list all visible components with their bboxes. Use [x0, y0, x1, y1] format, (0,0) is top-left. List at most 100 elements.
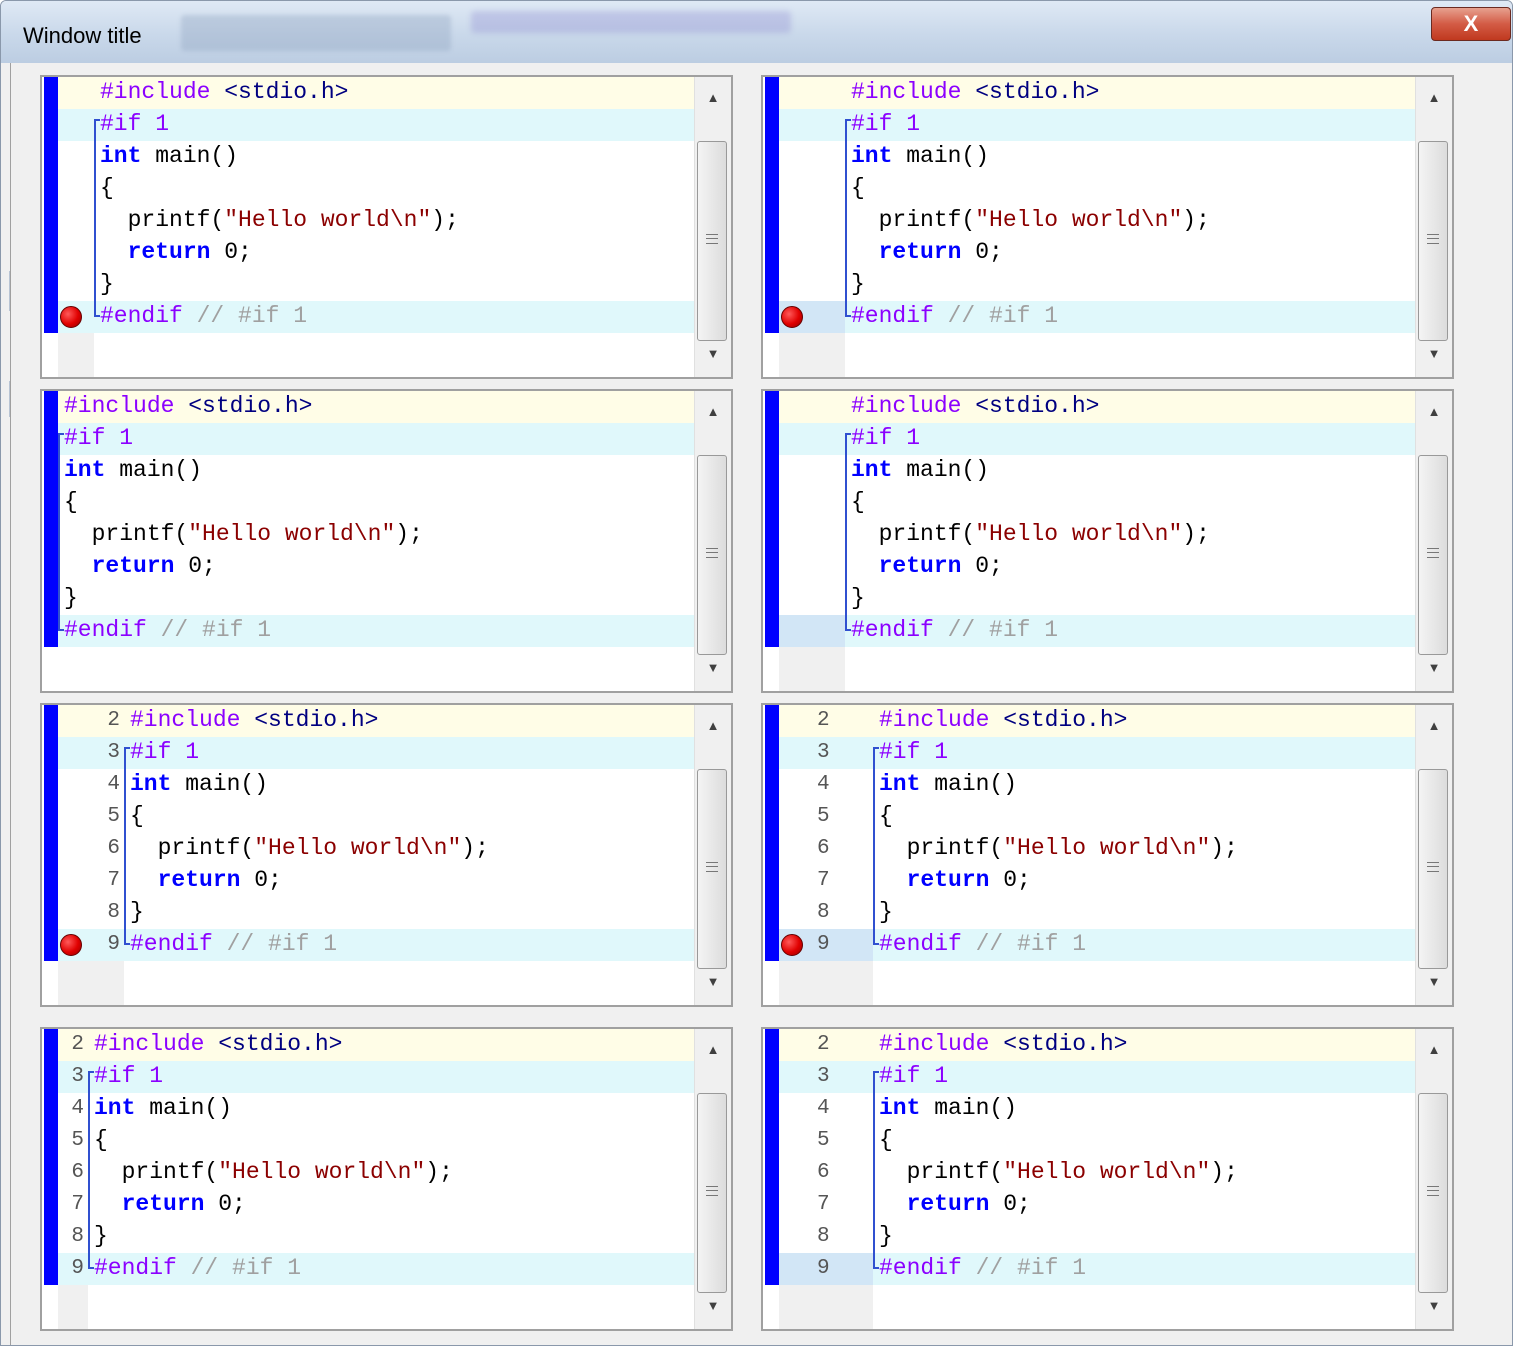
code-text: #if 1	[64, 425, 134, 451]
code-line[interactable]	[58, 801, 697, 833]
code-editor-pane[interactable]: #include <stdio.h> #if 1 int main() { print…	[761, 389, 1454, 693]
editor-grid: #include <stdio.h> #if 1 int main() { print…	[10, 63, 1512, 1345]
code-text: #include <stdio.h>	[851, 79, 1100, 105]
close-button[interactable]: X	[1431, 7, 1511, 41]
code-line[interactable]	[779, 269, 1418, 301]
vertical-scrollbar[interactable]: ▲ ▼	[694, 77, 731, 377]
scroll-grip-icon	[706, 548, 718, 558]
code-line[interactable]	[58, 897, 697, 929]
scroll-down-arrow-icon[interactable]: ▼	[1422, 657, 1446, 679]
code-text: }	[879, 1223, 893, 1249]
code-text: }	[64, 585, 78, 611]
gutter	[58, 333, 94, 377]
line-number: 5	[817, 1129, 830, 1152]
scroll-up-arrow-icon[interactable]: ▲	[701, 401, 725, 423]
scrollbar-thumb[interactable]	[1418, 1093, 1448, 1293]
title-bar[interactable]: Window title X	[1, 1, 1512, 63]
title-bar-blur	[181, 15, 451, 51]
code-text: #include <stdio.h>	[130, 707, 379, 733]
vertical-scrollbar[interactable]: ▲ ▼	[694, 1029, 731, 1329]
vertical-scrollbar[interactable]: ▲ ▼	[694, 705, 731, 1005]
scroll-down-arrow-icon[interactable]: ▼	[701, 1295, 725, 1317]
selection-margin	[765, 391, 779, 647]
vertical-scrollbar[interactable]: ▲ ▼	[1415, 1029, 1452, 1329]
scrollbar-thumb[interactable]	[697, 1093, 727, 1293]
code-editor-pane[interactable]: 2 3 4 5 6 7 8 9 #include <stdio.h> #if 1 int main(…	[40, 703, 733, 1007]
scroll-up-arrow-icon[interactable]: ▲	[1422, 1039, 1446, 1061]
breakpoint-icon[interactable]	[60, 934, 82, 956]
code-text: int main()	[130, 771, 269, 797]
breakpoint-icon[interactable]	[60, 306, 82, 328]
vertical-scrollbar[interactable]: ▲ ▼	[694, 391, 731, 691]
scroll-down-arrow-icon[interactable]: ▼	[701, 343, 725, 365]
window-title: Window title	[23, 23, 142, 48]
gutter	[779, 647, 845, 691]
code-text: }	[130, 899, 144, 925]
code-text: printf("Hello world\n");	[851, 207, 1210, 233]
code-text: #endif // #if 1	[879, 1255, 1087, 1281]
code-editor-pane[interactable]: #include <stdio.h> #if 1 int main() { print…	[40, 389, 733, 693]
code-text: #endif // #if 1	[879, 931, 1087, 957]
scroll-grip-icon	[1427, 1186, 1439, 1196]
app-window: Window title X #include <stdio.h> #if 1 in…	[0, 0, 1513, 1346]
code-text: printf("Hello world\n");	[100, 207, 459, 233]
selection-margin	[765, 1029, 779, 1285]
breakpoint-icon[interactable]	[781, 306, 803, 328]
vertical-scrollbar[interactable]: ▲ ▼	[1415, 77, 1452, 377]
line-number: 6	[817, 837, 830, 860]
code-editor-pane[interactable]: #include <stdio.h> #if 1 int main() { print…	[761, 75, 1454, 379]
scroll-up-arrow-icon[interactable]: ▲	[701, 87, 725, 109]
scroll-down-arrow-icon[interactable]: ▼	[701, 971, 725, 993]
code-editor-pane[interactable]: 2 3 4 5 6 7 8 9 #include <stdio.h> #if 1 int main(…	[40, 1027, 733, 1331]
code-line[interactable]	[779, 487, 1418, 519]
gutter	[779, 333, 845, 377]
line-number: 8	[817, 1225, 830, 1248]
code-editor-pane[interactable]: #include <stdio.h> #if 1 int main() { print…	[40, 75, 733, 379]
scroll-down-arrow-icon[interactable]: ▼	[1422, 971, 1446, 993]
vertical-scrollbar[interactable]: ▲ ▼	[1415, 391, 1452, 691]
scrollbar-thumb[interactable]	[1418, 769, 1448, 969]
selection-margin	[765, 77, 779, 333]
code-editor-pane[interactable]: 2 3 4 5 6 7 8 9 #include <stdio.h> #if 1 int main(…	[761, 1027, 1454, 1331]
scroll-up-arrow-icon[interactable]: ▲	[1422, 715, 1446, 737]
vertical-scrollbar[interactable]: ▲ ▼	[1415, 705, 1452, 1005]
scroll-down-arrow-icon[interactable]: ▼	[701, 657, 725, 679]
line-number: 4	[107, 773, 120, 796]
scroll-up-arrow-icon[interactable]: ▲	[701, 1039, 725, 1061]
scroll-up-arrow-icon[interactable]: ▲	[1422, 87, 1446, 109]
scrollbar-thumb[interactable]	[1418, 141, 1448, 341]
code-line[interactable]	[58, 269, 697, 301]
selection-margin	[765, 705, 779, 961]
code-text: {	[851, 175, 865, 201]
code-line[interactable]	[58, 1125, 697, 1157]
scrollbar-thumb[interactable]	[697, 141, 727, 341]
code-text: #endif // #if 1	[94, 1255, 302, 1281]
line-number: 3	[107, 741, 120, 764]
scroll-up-arrow-icon[interactable]: ▲	[1422, 401, 1446, 423]
code-text: return 0;	[121, 1191, 246, 1217]
gutter	[58, 961, 124, 1005]
code-line[interactable]	[58, 173, 697, 205]
scrollbar-thumb[interactable]	[697, 769, 727, 969]
code-line[interactable]	[779, 173, 1418, 205]
code-line[interactable]	[58, 487, 697, 519]
code-text: #include <stdio.h>	[879, 1031, 1128, 1057]
code-text: #endif // #if 1	[851, 617, 1059, 643]
selection-margin	[44, 1029, 58, 1285]
code-line[interactable]	[58, 423, 697, 455]
breakpoint-icon[interactable]	[781, 934, 803, 956]
line-number: 5	[107, 805, 120, 828]
scrollbar-thumb[interactable]	[697, 455, 727, 655]
line-number: 6	[71, 1161, 84, 1184]
code-line[interactable]	[58, 1221, 697, 1253]
scroll-up-arrow-icon[interactable]: ▲	[701, 715, 725, 737]
code-line[interactable]	[779, 583, 1418, 615]
scroll-down-arrow-icon[interactable]: ▼	[1422, 343, 1446, 365]
code-text: }	[851, 271, 865, 297]
line-number: 8	[71, 1225, 84, 1248]
line-number: 7	[71, 1193, 84, 1216]
code-line[interactable]	[58, 583, 697, 615]
scrollbar-thumb[interactable]	[1418, 455, 1448, 655]
scroll-down-arrow-icon[interactable]: ▼	[1422, 1295, 1446, 1317]
code-editor-pane[interactable]: 2 3 4 5 6 7 8 9 #include <stdio.h> #if 1 int main(…	[761, 703, 1454, 1007]
